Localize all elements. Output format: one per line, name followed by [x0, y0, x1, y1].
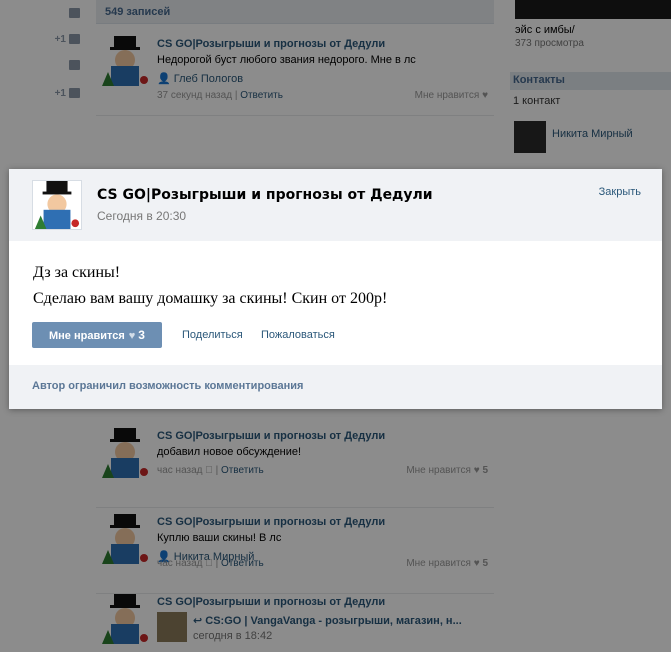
close-button[interactable]: Закрыть [599, 186, 641, 198]
modal-header [9, 169, 662, 241]
like-button[interactable]: Мне нравится ♥ 3 [32, 322, 162, 348]
like-count: 3 [138, 328, 145, 342]
share-link[interactable]: Поделиться [182, 329, 243, 341]
modal-author[interactable]: CS GO|Розыгрыши и прогнозы от Дедули [97, 187, 433, 203]
post-modal: CS GO|Розыгрыши и прогнозы от Дедули Сег… [9, 169, 662, 409]
comments-disabled-notice: Автор ограничил возможность комментирова… [32, 380, 304, 392]
like-label: Мне нравится [49, 330, 125, 342]
heart-icon: ♥ [128, 330, 136, 342]
modal-date[interactable]: Сегодня в 20:30 [97, 209, 186, 223]
modal-community-avatar[interactable] [32, 180, 82, 230]
post-body-line: Сделаю вам вашу домашку за скины! Скин о… [33, 290, 388, 307]
post-body: Дз за скины! Сделаю вам вашу домашку за … [33, 260, 387, 312]
report-link[interactable]: Пожаловаться [261, 329, 335, 341]
post-body-line: Дз за скины! [33, 264, 121, 281]
